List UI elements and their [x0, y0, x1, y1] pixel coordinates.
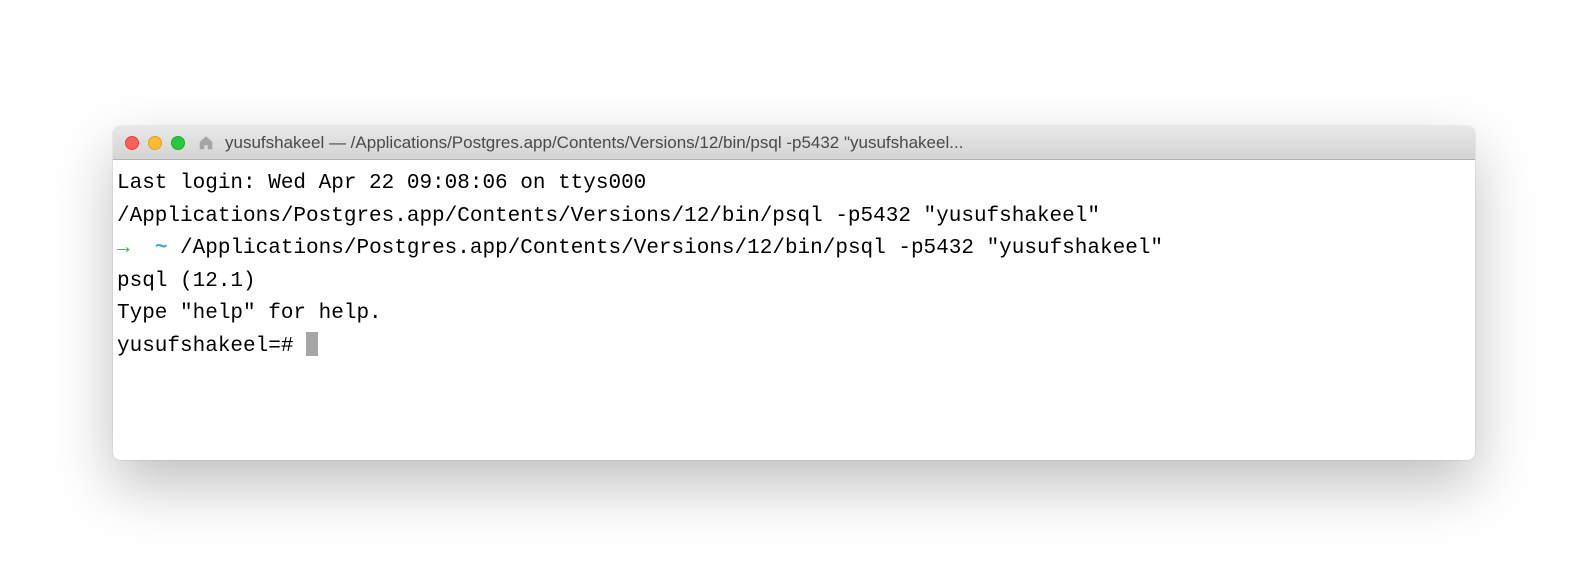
- terminal-line-prompt-cmd: → ~ /Applications/Postgres.app/Contents/…: [117, 233, 1471, 266]
- terminal-line-path: /Applications/Postgres.app/Contents/Vers…: [117, 201, 1471, 234]
- window-titlebar[interactable]: yusufshakeel — /Applications/Postgres.ap…: [113, 126, 1475, 160]
- psql-prompt: yusufshakeel=#: [117, 335, 306, 358]
- terminal-line-help-hint: Type "help" for help.: [117, 298, 1471, 331]
- close-button[interactable]: [125, 136, 139, 150]
- cursor-icon: [306, 332, 318, 356]
- terminal-line-last-login: Last login: Wed Apr 22 09:08:06 on ttys0…: [117, 168, 1471, 201]
- traffic-lights: [125, 136, 185, 150]
- home-icon: [198, 135, 214, 151]
- terminal-content[interactable]: Last login: Wed Apr 22 09:08:06 on ttys0…: [113, 160, 1475, 460]
- terminal-window: yusufshakeel — /Applications/Postgres.ap…: [113, 126, 1475, 460]
- terminal-line-psql-version: psql (12.1): [117, 266, 1471, 299]
- window-title: yusufshakeel — /Applications/Postgres.ap…: [225, 133, 963, 153]
- prompt-arrow-icon: →: [117, 237, 130, 260]
- terminal-line-db-prompt: yusufshakeel=#: [117, 331, 1471, 364]
- minimize-button[interactable]: [148, 136, 162, 150]
- terminal-command: /Applications/Postgres.app/Contents/Vers…: [167, 237, 1163, 260]
- maximize-button[interactable]: [171, 136, 185, 150]
- prompt-tilde-icon: ~: [155, 237, 168, 260]
